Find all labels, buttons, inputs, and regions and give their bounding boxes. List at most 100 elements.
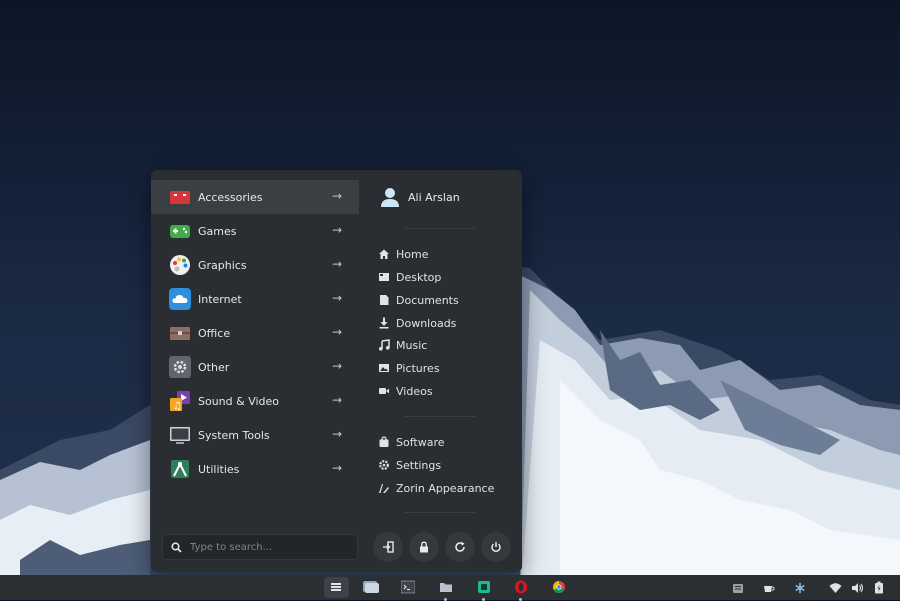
place-videos[interactable]: Videos: [377, 382, 433, 400]
place-pictures[interactable]: Pictures: [377, 359, 440, 377]
zorin-menu-button[interactable]: [327, 579, 345, 597]
category-office[interactable]: Office →: [151, 316, 359, 350]
games-icon: [169, 220, 191, 242]
arrow-right-icon: →: [331, 427, 342, 441]
user-account[interactable]: Ali Arslan: [379, 186, 460, 208]
wifi-icon: [829, 579, 842, 598]
system-label: Software: [396, 435, 445, 449]
settings-tray-button[interactable]: [791, 579, 809, 597]
system-settings[interactable]: Settings: [377, 456, 441, 474]
power-button[interactable]: [481, 532, 511, 562]
search-icon: [171, 538, 182, 557]
battery-button[interactable]: [870, 579, 888, 597]
power-icon: [490, 538, 502, 557]
download-icon: [377, 317, 390, 330]
file-manager-button[interactable]: [437, 579, 455, 601]
places-panel: Ali Arslan Home Desktop Documents Downlo…: [359, 170, 522, 572]
category-label: Other: [198, 360, 230, 374]
category-label: Office: [198, 326, 231, 340]
place-label: Home: [396, 247, 429, 261]
arrow-right-icon: →: [331, 257, 342, 271]
volume-icon: [851, 579, 864, 598]
category-label: Graphics: [198, 258, 247, 272]
divider: [404, 512, 476, 513]
arrow-right-icon: →: [331, 189, 342, 203]
category-other[interactable]: Other →: [151, 350, 359, 384]
document-icon: [377, 294, 390, 307]
place-label: Music: [396, 338, 428, 352]
file-manager-icon: [439, 579, 453, 598]
music-note-icon: [377, 339, 390, 352]
search-box[interactable]: [162, 534, 358, 560]
sound-video-icon: ♫: [169, 390, 191, 412]
category-label: System Tools: [198, 428, 270, 442]
monitor-icon: [169, 424, 191, 446]
category-list: Accessories → Games → Graphics → Interne…: [151, 170, 359, 572]
files-window-icon: [363, 579, 379, 598]
restart-button[interactable]: [445, 532, 475, 562]
accessories-icon: [169, 186, 191, 208]
system-software[interactable]: Software: [377, 433, 445, 451]
arrow-right-icon: →: [331, 223, 342, 237]
taskbar: [0, 575, 900, 601]
office-briefcase-icon: [169, 322, 191, 344]
terminal-icon: [400, 579, 416, 598]
opera-button[interactable]: [512, 579, 530, 601]
graphics-palette-icon: [169, 254, 191, 276]
logout-button[interactable]: [373, 532, 403, 562]
category-label: Games: [198, 224, 237, 238]
battery-icon: [874, 579, 884, 598]
place-desktop[interactable]: Desktop: [377, 268, 441, 286]
desktop-icon: [377, 271, 390, 284]
settings-snowflake-icon: [794, 579, 806, 598]
utilities-icon: [169, 458, 191, 480]
chrome-icon: [552, 579, 566, 598]
svg-text:♫: ♫: [173, 401, 182, 412]
place-music[interactable]: Music: [377, 336, 427, 354]
category-internet[interactable]: Internet →: [151, 282, 359, 316]
user-icon: [379, 186, 401, 208]
opera-icon: [514, 579, 528, 598]
logout-icon: [382, 538, 394, 557]
terminal-button[interactable]: [399, 579, 417, 597]
category-label: Utilities: [198, 462, 240, 476]
place-documents[interactable]: Documents: [377, 291, 459, 309]
place-home[interactable]: Home: [377, 245, 428, 263]
picture-icon: [377, 362, 390, 375]
system-zorin-appearance[interactable]: Zorin Appearance: [377, 479, 494, 497]
home-icon: [377, 248, 390, 261]
arrow-right-icon: →: [331, 461, 342, 475]
search-input[interactable]: [188, 540, 357, 554]
software-store-icon: [477, 579, 491, 598]
category-sound-video[interactable]: ♫ Sound & Video →: [151, 384, 359, 418]
category-label: Internet: [198, 292, 242, 306]
gear-icon: [377, 459, 390, 472]
place-label: Documents: [396, 293, 459, 307]
category-label: Sound & Video: [198, 394, 280, 408]
clipboard-icon: [732, 579, 744, 598]
place-downloads[interactable]: Downloads: [377, 314, 456, 332]
restart-icon: [454, 538, 466, 557]
category-games[interactable]: Games →: [151, 214, 359, 248]
zorin-appearance-icon: [377, 482, 390, 495]
arrow-right-icon: →: [331, 393, 342, 407]
system-label: Zorin Appearance: [396, 481, 495, 495]
category-graphics[interactable]: Graphics →: [151, 248, 359, 282]
volume-button[interactable]: [848, 579, 866, 597]
coffee-icon: [763, 579, 775, 598]
wifi-button[interactable]: [826, 579, 844, 597]
category-accessories[interactable]: Accessories →: [151, 180, 359, 214]
category-system-tools[interactable]: System Tools →: [151, 418, 359, 452]
start-menu: Accessories → Games → Graphics → Interne…: [151, 170, 522, 572]
caffeine-button[interactable]: [760, 579, 778, 597]
arrow-right-icon: →: [331, 359, 342, 373]
internet-cloud-icon: [169, 288, 191, 310]
category-utilities[interactable]: Utilities →: [151, 452, 359, 486]
gear-icon: [169, 356, 191, 378]
files-window-button[interactable]: [362, 579, 380, 597]
software-store-button[interactable]: [475, 579, 493, 601]
category-label: Accessories: [198, 190, 263, 204]
chrome-button[interactable]: [550, 579, 568, 597]
clipboard-button[interactable]: [729, 579, 747, 597]
lock-button[interactable]: [409, 532, 439, 562]
